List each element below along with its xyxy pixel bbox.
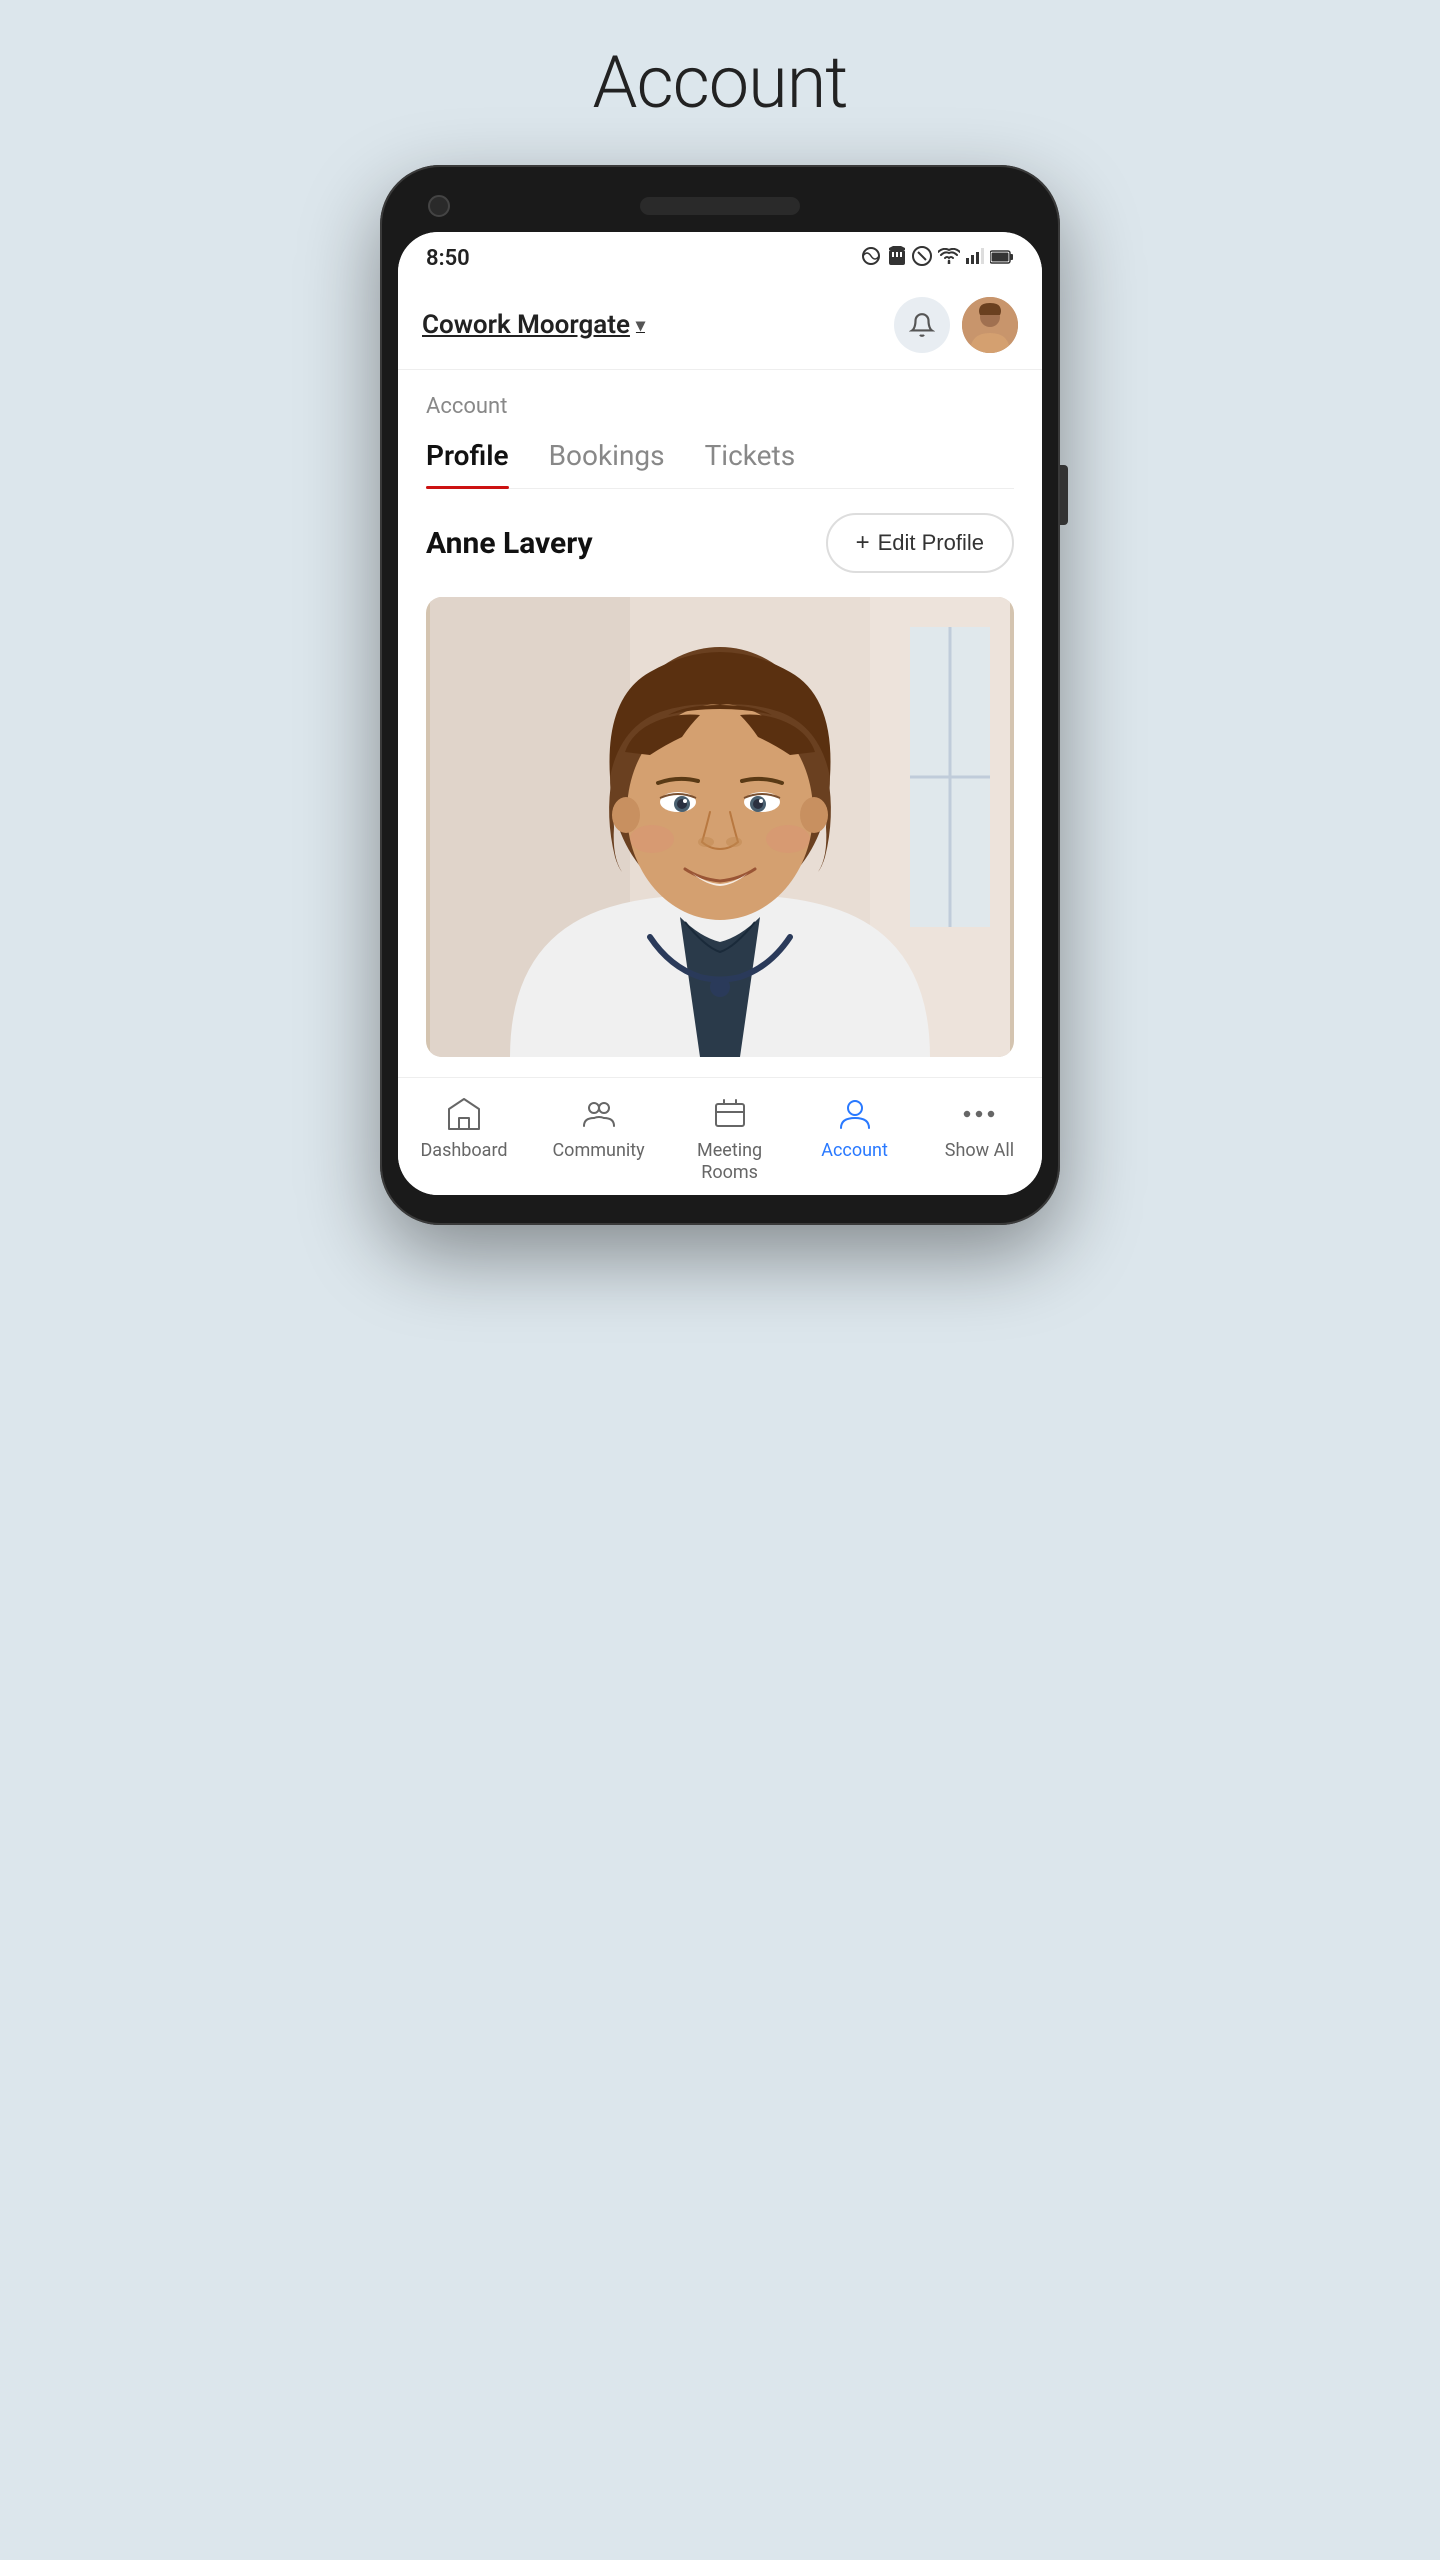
top-bar-actions xyxy=(894,297,1018,353)
top-bar: Cowork Moorgate ▾ xyxy=(398,281,1042,370)
no-notif-icon xyxy=(912,246,932,271)
data-icon xyxy=(860,247,882,270)
account-section: Account Profile Bookings Tickets xyxy=(398,370,1042,489)
status-icons xyxy=(860,246,1014,271)
battery-icon xyxy=(990,248,1014,269)
phone-frame: 8:50 xyxy=(380,165,1060,1225)
meeting-rooms-icon xyxy=(710,1094,750,1134)
phone-notch xyxy=(398,195,1042,232)
user-avatar-button[interactable] xyxy=(962,297,1018,353)
status-bar: 8:50 xyxy=(398,232,1042,281)
workspace-selector[interactable]: Cowork Moorgate ▾ xyxy=(422,310,645,340)
community-icon xyxy=(579,1094,619,1134)
phone-camera xyxy=(428,195,450,217)
avatar-image xyxy=(962,297,1018,353)
account-icon xyxy=(835,1094,875,1134)
profile-name: Anne Lavery xyxy=(426,526,593,561)
nav-label-show-all: Show All xyxy=(945,1140,1014,1162)
profile-image xyxy=(426,597,1014,1057)
side-button xyxy=(1060,465,1068,525)
avatar-placeholder xyxy=(962,297,1018,353)
show-all-icon xyxy=(959,1094,999,1134)
page-title: Account xyxy=(593,40,848,125)
edit-profile-button[interactable]: + Edit Profile xyxy=(826,513,1014,573)
section-label: Account xyxy=(426,394,1014,419)
nav-item-meeting-rooms[interactable]: MeetingRooms xyxy=(690,1094,770,1183)
nav-label-meeting-rooms: MeetingRooms xyxy=(697,1140,762,1183)
workspace-label: Cowork Moorgate xyxy=(422,310,630,340)
nav-label-community: Community xyxy=(552,1140,644,1162)
signal-icon xyxy=(966,248,984,269)
tab-profile[interactable]: Profile xyxy=(426,439,509,488)
profile-header: Anne Lavery + Edit Profile xyxy=(426,513,1014,573)
wifi-icon xyxy=(938,248,960,269)
tabs-container: Profile Bookings Tickets xyxy=(426,439,1014,489)
dashboard-icon xyxy=(444,1094,484,1134)
status-time: 8:50 xyxy=(426,246,470,271)
nav-item-show-all[interactable]: Show All xyxy=(939,1094,1019,1183)
nav-label-dashboard: Dashboard xyxy=(420,1140,507,1162)
nav-label-account: Account xyxy=(821,1140,888,1162)
phone-screen: 8:50 xyxy=(398,232,1042,1195)
notifications-button[interactable] xyxy=(894,297,950,353)
bottom-nav: Dashboard Community xyxy=(398,1077,1042,1195)
tab-tickets[interactable]: Tickets xyxy=(705,439,796,488)
bell-icon xyxy=(909,312,935,338)
profile-section: Anne Lavery + Edit Profile xyxy=(398,489,1042,1077)
phone-speaker xyxy=(640,197,800,215)
nav-item-account[interactable]: Account xyxy=(815,1094,895,1183)
nav-item-community[interactable]: Community xyxy=(552,1094,644,1183)
workspace-chevron-icon: ▾ xyxy=(636,315,645,336)
nav-item-dashboard[interactable]: Dashboard xyxy=(420,1094,507,1183)
profile-photo xyxy=(426,597,1014,1057)
edit-profile-label: Edit Profile xyxy=(878,530,984,556)
tab-bookings[interactable]: Bookings xyxy=(549,439,665,488)
sd-icon xyxy=(888,246,906,271)
edit-plus-icon: + xyxy=(856,529,870,557)
